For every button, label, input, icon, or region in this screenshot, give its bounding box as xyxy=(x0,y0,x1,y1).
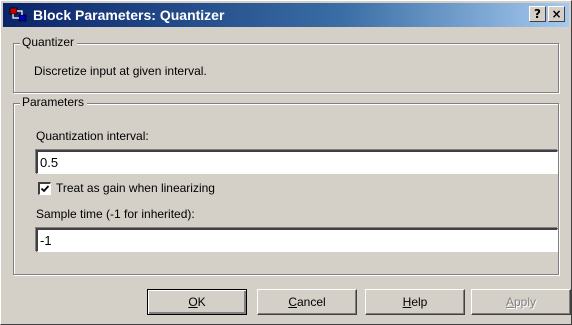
apply-button[interactable]: Apply xyxy=(471,289,571,315)
treat-as-gain-checkbox[interactable] xyxy=(38,182,51,195)
cancel-mnemonic: C xyxy=(288,295,297,309)
help-label: elp xyxy=(411,295,428,309)
block-description: Discretize input at given interval. xyxy=(34,64,207,78)
block-parameters-dialog: Block Parameters: Quantizer ? × Quantize… xyxy=(0,0,572,325)
sample-time-label: Sample time (-1 for inherited): xyxy=(36,207,195,221)
treat-as-gain-label[interactable]: Treat as gain when linearizing xyxy=(56,181,215,195)
sample-time-input[interactable]: -1 xyxy=(36,228,558,252)
help-button[interactable]: Help xyxy=(365,289,465,315)
close-icon: × xyxy=(551,7,562,21)
quantizer-group-label: Quantizer xyxy=(20,35,78,49)
title-bar[interactable]: Block Parameters: Quantizer ? × xyxy=(3,3,569,27)
context-help-button[interactable]: ? xyxy=(529,6,546,22)
cancel-label: ancel xyxy=(296,295,326,309)
parameters-group: Parameters Quantization interval: 0.5 Tr… xyxy=(13,95,559,275)
ok-button[interactable]: OK xyxy=(147,289,247,315)
ok-mnemonic: O xyxy=(188,295,198,309)
window-title: Block Parameters: Quantizer xyxy=(33,7,225,23)
parameters-group-label: Parameters xyxy=(20,95,88,109)
simulink-block-icon xyxy=(9,6,27,24)
quantization-interval-input[interactable]: 0.5 xyxy=(36,150,558,174)
apply-label: pply xyxy=(514,295,537,309)
close-button[interactable]: × xyxy=(548,6,565,22)
ok-label: K xyxy=(197,295,206,309)
apply-mnemonic: A xyxy=(505,295,514,309)
cancel-button[interactable]: Cancel xyxy=(257,289,357,315)
quantizer-group: Quantizer Discretize input at given inte… xyxy=(13,35,559,93)
quantization-interval-label: Quantization interval: xyxy=(36,129,149,143)
checkmark-icon xyxy=(40,185,50,193)
